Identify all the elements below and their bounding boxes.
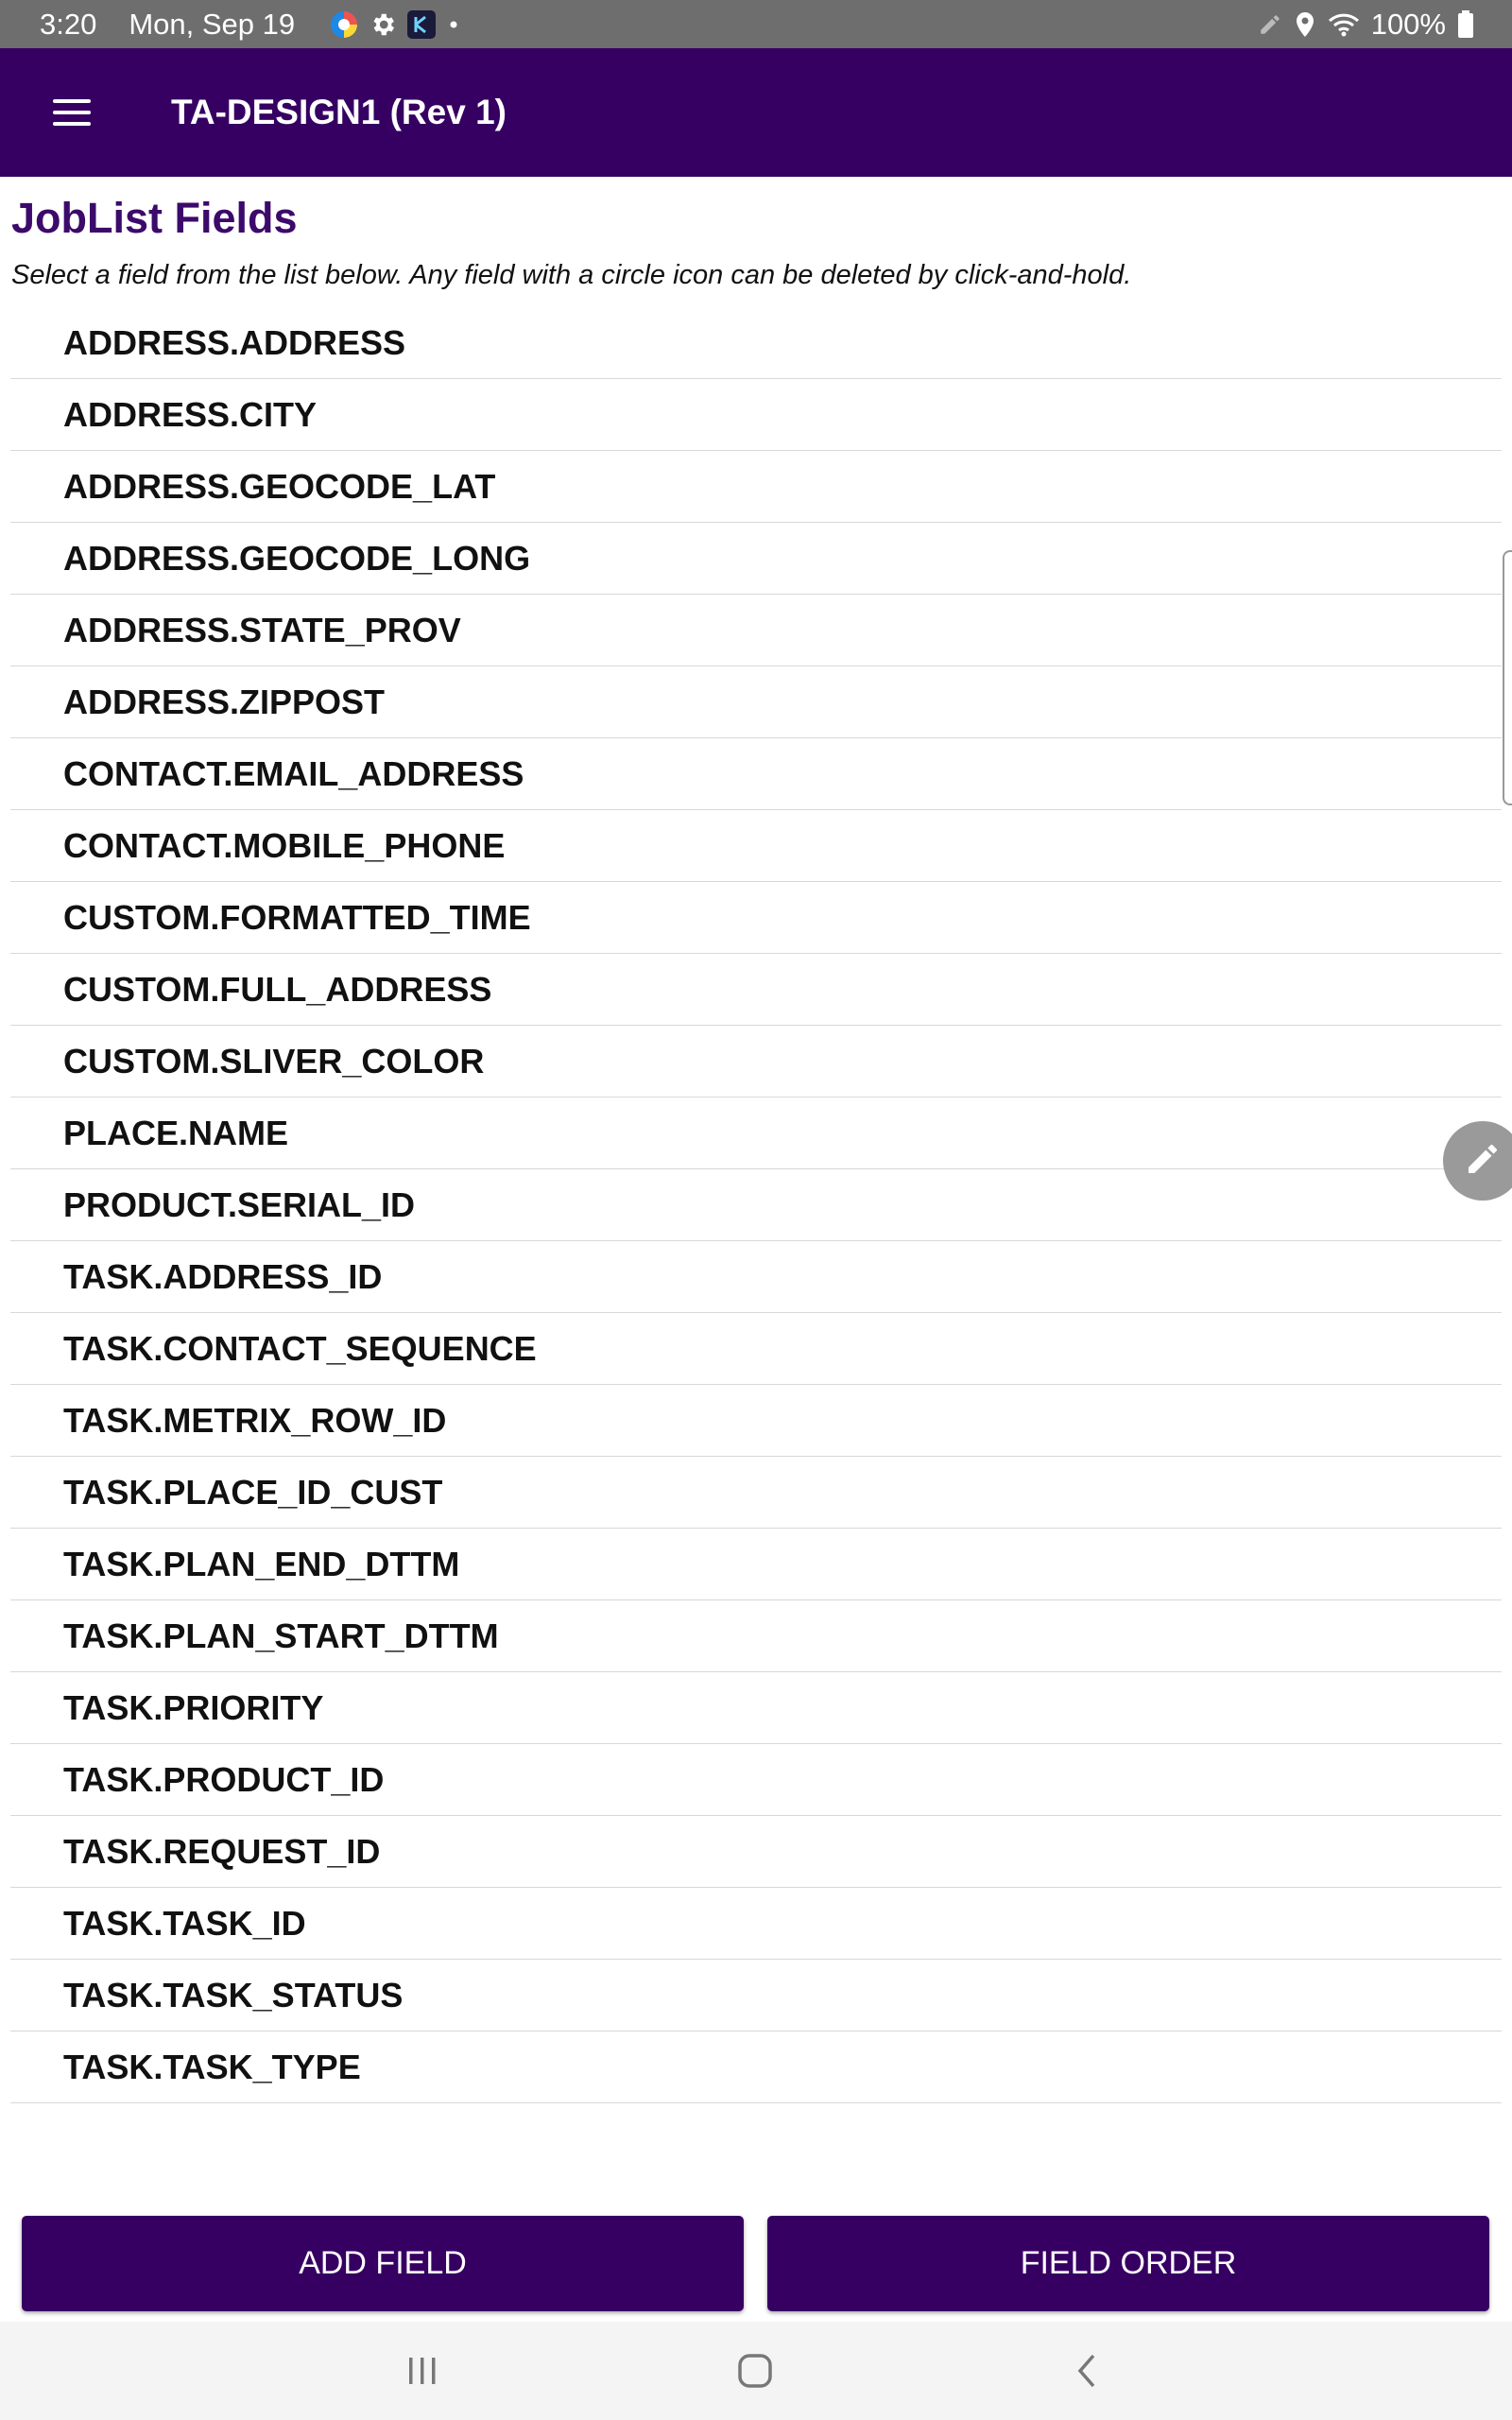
dot-icon bbox=[446, 17, 461, 32]
status-date: Mon, Sep 19 bbox=[129, 7, 296, 41]
field-list-item[interactable]: PRODUCT.SERIAL_ID bbox=[10, 1169, 1502, 1241]
field-list-item[interactable]: ADDRESS.ZIPPOST bbox=[10, 666, 1502, 738]
field-list-item[interactable]: TASK.TASK_ID bbox=[10, 1888, 1502, 1960]
app-bar: TA-DESIGN1 (Rev 1) bbox=[0, 48, 1512, 177]
hamburger-menu-icon[interactable] bbox=[53, 95, 91, 130]
battery-percent: 100% bbox=[1370, 7, 1446, 41]
field-list-item[interactable]: CUSTOM.SLIVER_COLOR bbox=[10, 1026, 1502, 1098]
edit-pencil-icon bbox=[1258, 12, 1282, 37]
edit-pencil-icon bbox=[1464, 1140, 1502, 1183]
field-list-item[interactable]: CONTACT.EMAIL_ADDRESS bbox=[10, 738, 1502, 810]
location-pin-icon bbox=[1294, 11, 1316, 38]
field-list-item[interactable]: ADDRESS.CITY bbox=[10, 379, 1502, 451]
back-icon[interactable] bbox=[1054, 2344, 1120, 2397]
field-list: ADDRESS.ADDRESS ADDRESS.CITY ADDRESS.GEOCO… bbox=[10, 307, 1502, 2103]
wifi-icon bbox=[1328, 11, 1360, 38]
field-order-button[interactable]: FIELD ORDER bbox=[767, 2216, 1489, 2311]
field-list-item[interactable]: TASK.PRIORITY bbox=[10, 1672, 1502, 1744]
field-list-item[interactable]: TASK.CONTACT_SEQUENCE bbox=[10, 1313, 1502, 1385]
field-list-item[interactable]: TASK.METRIX_ROW_ID bbox=[10, 1385, 1502, 1457]
add-field-button[interactable]: ADD FIELD bbox=[22, 2216, 744, 2311]
field-list-item[interactable]: TASK.TASK_STATUS bbox=[10, 1960, 1502, 2031]
field-list-item[interactable]: ADDRESS.ADDRESS bbox=[10, 307, 1502, 379]
battery-icon bbox=[1457, 9, 1474, 39]
field-list-item[interactable]: TASK.PLAN_START_DTTM bbox=[10, 1600, 1502, 1672]
app-k-icon bbox=[406, 9, 437, 40]
status-left: 3:20 Mon, Sep 19 bbox=[40, 0, 461, 48]
field-list-item[interactable]: TASK.PLACE_ID_CUST bbox=[10, 1457, 1502, 1529]
status-right: 100% bbox=[1258, 0, 1474, 48]
navigation-bar bbox=[0, 2322, 1512, 2420]
page-instructions: Select a field from the list below. Any … bbox=[11, 260, 1132, 290]
recent-apps-icon[interactable] bbox=[389, 2344, 455, 2397]
app-title: TA-DESIGN1 (Rev 1) bbox=[171, 93, 507, 131]
scroll-handle[interactable] bbox=[1503, 550, 1512, 805]
field-list-item[interactable]: TASK.PRODUCT_ID bbox=[10, 1744, 1502, 1816]
field-list-item[interactable]: TASK.TASK_TYPE bbox=[10, 2031, 1502, 2103]
status-icons-left bbox=[329, 9, 461, 40]
field-list-item[interactable]: CONTACT.MOBILE_PHONE bbox=[10, 810, 1502, 882]
field-list-item[interactable]: CUSTOM.FORMATTED_TIME bbox=[10, 882, 1502, 954]
field-list-item[interactable]: PLACE.NAME bbox=[10, 1098, 1502, 1169]
browser-icon bbox=[329, 9, 359, 40]
field-list-item[interactable]: ADDRESS.STATE_PROV bbox=[10, 595, 1502, 666]
status-time: 3:20 bbox=[40, 7, 97, 41]
home-icon[interactable] bbox=[722, 2344, 788, 2397]
field-list-item[interactable]: TASK.ADDRESS_ID bbox=[10, 1241, 1502, 1313]
settings-gear-icon bbox=[369, 10, 397, 39]
field-list-item[interactable]: ADDRESS.GEOCODE_LAT bbox=[10, 451, 1502, 523]
page-heading: JobList Fields bbox=[11, 194, 298, 242]
field-list-item[interactable]: ADDRESS.GEOCODE_LONG bbox=[10, 523, 1502, 595]
field-list-item[interactable]: CUSTOM.FULL_ADDRESS bbox=[10, 954, 1502, 1026]
status-bar: 3:20 Mon, Sep 19 100% bbox=[0, 0, 1512, 48]
field-list-item[interactable]: TASK.PLAN_END_DTTM bbox=[10, 1529, 1502, 1600]
field-list-item[interactable]: TASK.REQUEST_ID bbox=[10, 1816, 1502, 1888]
